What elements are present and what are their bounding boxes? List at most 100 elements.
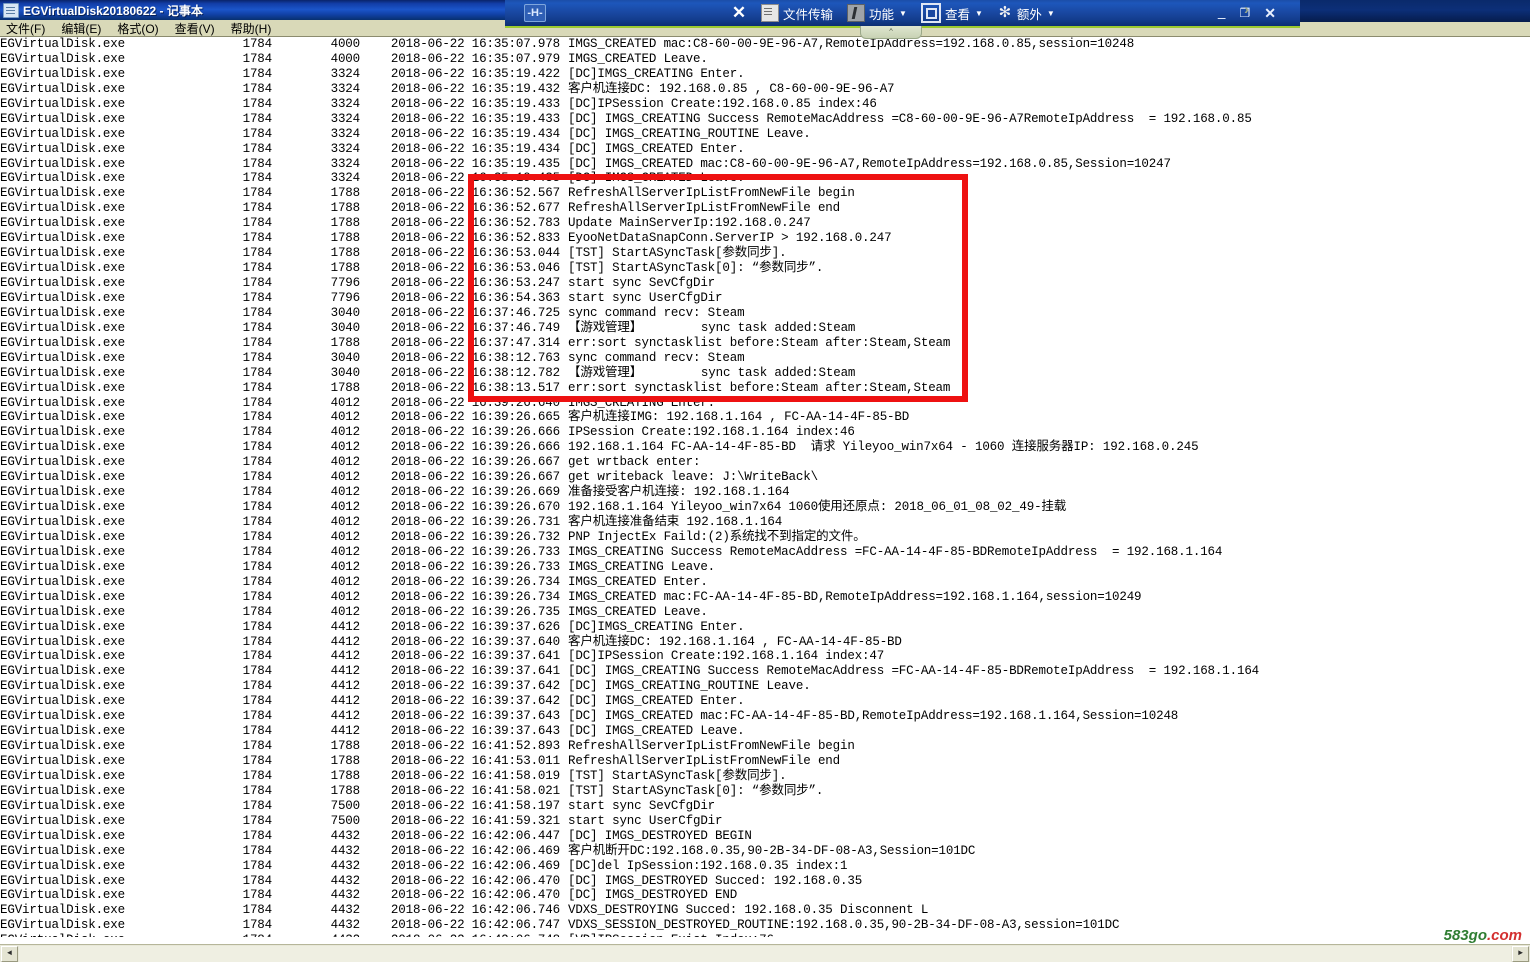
log-process: EGVirtualDisk.exe — [0, 305, 125, 320]
log-tid: 4412 — [330, 724, 361, 739]
log-row: EGVirtualDisk.exe 1784 3324 2018-06-22 16:3… — [0, 171, 1530, 186]
chevron-down-icon: ▼ — [1046, 8, 1055, 18]
close-button[interactable]: ✕ — [1264, 6, 1276, 20]
log-text-area[interactable]: EGVirtualDisk.exe 1784 4000 2018-06-22 16:3… — [0, 37, 1530, 937]
log-timestamp: 2018-06-22 16:35:19.422 — [390, 66, 560, 81]
log-pid: 1784 — [242, 231, 273, 246]
log-message: get writeback leave: J:\WriteBack\ — [568, 470, 818, 485]
log-tid: 4432 — [272, 933, 361, 937]
log-timestamp: 2018-06-22 16:39:26.733 — [390, 559, 560, 574]
menu-help[interactable]: 帮助(H) — [231, 20, 272, 37]
log-pid: 1784 — [242, 261, 273, 276]
log-row: EGVirtualDisk.exe 1784 3040 2018-06-22 16:3… — [0, 366, 1530, 381]
log-row: EGVirtualDisk.exe 1784 4012 2018-06-22 16:3… — [0, 530, 1530, 545]
log-process: EGVirtualDisk.exe — [0, 724, 125, 739]
log-message: [DC] IMGS_CREATING Success RemoteMacAddr… — [568, 664, 1260, 679]
log-pid: 1784 — [242, 813, 273, 828]
scroll-left-button[interactable]: ◄ — [1, 945, 18, 962]
disconnect-button[interactable]: ✕ — [725, 3, 753, 23]
log-process: EGVirtualDisk.exe — [0, 141, 125, 156]
log-timestamp: 2018-06-22 16:42:06.470 — [390, 888, 560, 903]
log-timestamp: 2018-06-22 16:35:07.978 — [390, 37, 560, 51]
log-row: EGVirtualDisk.exe 1784 4012 2018-06-22 16:3… — [0, 560, 1530, 575]
log-tid: 1788 — [330, 201, 361, 216]
log-timestamp: 2018-06-22 16:42:06.469 — [390, 858, 560, 873]
menu-view[interactable]: 查看(V) — [175, 20, 215, 37]
log-pid: 1784 — [242, 246, 273, 261]
log-message: [DC]IMGS_CREATING Enter. — [568, 66, 745, 81]
menu-edit[interactable]: 编辑(E) — [61, 20, 101, 37]
log-row: EGVirtualDisk.exe 1784 1788 2018-06-22 16:3… — [0, 216, 1530, 231]
log-process: EGVirtualDisk.exe — [0, 485, 125, 500]
log-timestamp: 2018-06-22 16:35:19.435 — [390, 171, 560, 186]
log-row: EGVirtualDisk.exe178444322018-06-22 16:4… — [0, 933, 1530, 937]
log-row: EGVirtualDisk.exe 1784 4012 2018-06-22 16:3… — [0, 515, 1530, 530]
log-timestamp: 2018-06-22 16:36:52.567 — [390, 186, 560, 201]
log-message: 客户机连接DC: 192.168.0.85 , C8-60-00-9E-96-A… — [568, 81, 895, 96]
minimize-button[interactable]: ‒ — [1218, 10, 1226, 24]
function-menu-button[interactable]: 功能 ▼ — [841, 2, 913, 25]
log-row: EGVirtualDisk.exe 1784 4012 2018-06-22 16:3… — [0, 410, 1530, 425]
file-transfer-icon — [761, 4, 779, 22]
log-row: EGVirtualDisk.exe178444322018-06-22 16:4… — [0, 903, 1530, 918]
menu-format[interactable]: 格式(O) — [117, 20, 158, 37]
toolbar-collapse-handle[interactable]: ⌃ — [860, 26, 922, 39]
view-menu-button[interactable]: 查看 ▼ — [915, 1, 989, 25]
log-row: EGVirtualDisk.exe178444322018-06-22 16:4… — [0, 829, 1530, 844]
log-timestamp: 2018-06-22 16:39:26.666 — [390, 425, 560, 440]
menu-file[interactable]: 文件(F) — [6, 20, 45, 37]
log-tid: 4432 — [330, 888, 361, 903]
log-message: [DC] IMGS_DESTROYED Succed: 192.168.0.35 — [568, 873, 863, 888]
log-row: EGVirtualDisk.exe 1784 3324 2018-06-22 16:3… — [0, 97, 1530, 112]
log-process: EGVirtualDisk.exe — [0, 768, 125, 783]
log-row: EGVirtualDisk.exe 1784 1788 2018-06-22 16:4… — [0, 739, 1530, 754]
log-tid: 4012 — [330, 455, 361, 470]
pin-button[interactable]: -H- — [505, 4, 565, 22]
log-pid: 1784 — [242, 500, 273, 515]
scroll-right-button[interactable]: ► — [1512, 945, 1529, 962]
log-message: [TST] StartASyncTask[0]: “参数同步”. — [568, 261, 824, 276]
log-process: EGVirtualDisk.exe — [0, 320, 125, 335]
file-transfer-button[interactable]: 文件传输 — [755, 2, 839, 25]
log-process: EGVirtualDisk.exe — [0, 455, 125, 470]
log-timestamp: 2018-06-22 16:39:26.731 — [390, 515, 560, 529]
log-timestamp: 2018-06-22 16:36:53.046 — [390, 261, 560, 276]
log-tid: 4432 — [330, 873, 361, 888]
log-pid: 1784 — [242, 574, 273, 589]
log-pid: 1784 — [242, 380, 273, 395]
log-timestamp: 2018-06-22 16:39:37.641 — [390, 649, 560, 664]
log-message: [DC] IMGS_CREATED mac:C8-60-00-9E-96-A7,… — [568, 156, 1171, 171]
log-pid: 1784 — [242, 81, 273, 96]
log-timestamp: 2018-06-22 16:39:37.626 — [390, 619, 560, 634]
log-message: IMGS_CREATED mac:FC-AA-14-4F-85-BD,Remot… — [568, 589, 1142, 604]
log-row: EGVirtualDisk.exe178444322018-06-22 16:4… — [0, 859, 1530, 874]
toolbar-expand-chevron-icon[interactable]: › — [1242, 2, 1251, 19]
log-tid: 4432 — [330, 828, 361, 843]
log-tid: 4012 — [330, 589, 361, 604]
chevron-right-icon: ► — [1518, 948, 1523, 958]
pin-icon: -H- — [524, 4, 546, 22]
log-process: EGVirtualDisk.exe — [0, 544, 125, 559]
log-pid: 1784 — [242, 276, 273, 290]
log-pid: 1784 — [242, 485, 273, 500]
log-timestamp: 2018-06-22 16:36:53.247 — [390, 276, 560, 290]
log-row: EGVirtualDisk.exe 1784 1788 2018-06-22 16:3… — [0, 381, 1530, 396]
log-message: RefreshAllServerIpListFromNewFile begin — [568, 186, 855, 201]
log-row: EGVirtualDisk.exe 1784 1788 2018-06-22 16:3… — [0, 231, 1530, 246]
window-title: EGVirtualDisk20180622 - 记事本 — [23, 3, 203, 18]
log-process: EGVirtualDisk.exe — [0, 574, 125, 589]
log-message: IMGS_CREATING Enter. — [568, 395, 716, 410]
scrollbar-track[interactable] — [19, 945, 1511, 962]
log-timestamp: 2018-06-22 16:39:26.667 — [390, 455, 560, 470]
log-pid: 1784 — [210, 933, 273, 937]
extras-menu-button[interactable]: ✻ 额外 ▼ — [991, 2, 1061, 25]
log-process: EGVirtualDisk.exe — [0, 96, 125, 111]
log-message: [DC]IPSession Create:192.168.1.164 index… — [568, 649, 885, 664]
log-tid: 4012 — [330, 395, 361, 410]
log-pid: 1784 — [242, 888, 273, 903]
log-process: EGVirtualDisk.exe — [0, 664, 125, 679]
log-message: [DC] IMGS_CREATED Leave. — [568, 724, 745, 739]
log-pid: 1784 — [242, 111, 273, 126]
log-timestamp: 2018-06-22 16:37:47.314 — [390, 335, 560, 350]
horizontal-scrollbar[interactable]: ◄ ► — [0, 944, 1530, 962]
